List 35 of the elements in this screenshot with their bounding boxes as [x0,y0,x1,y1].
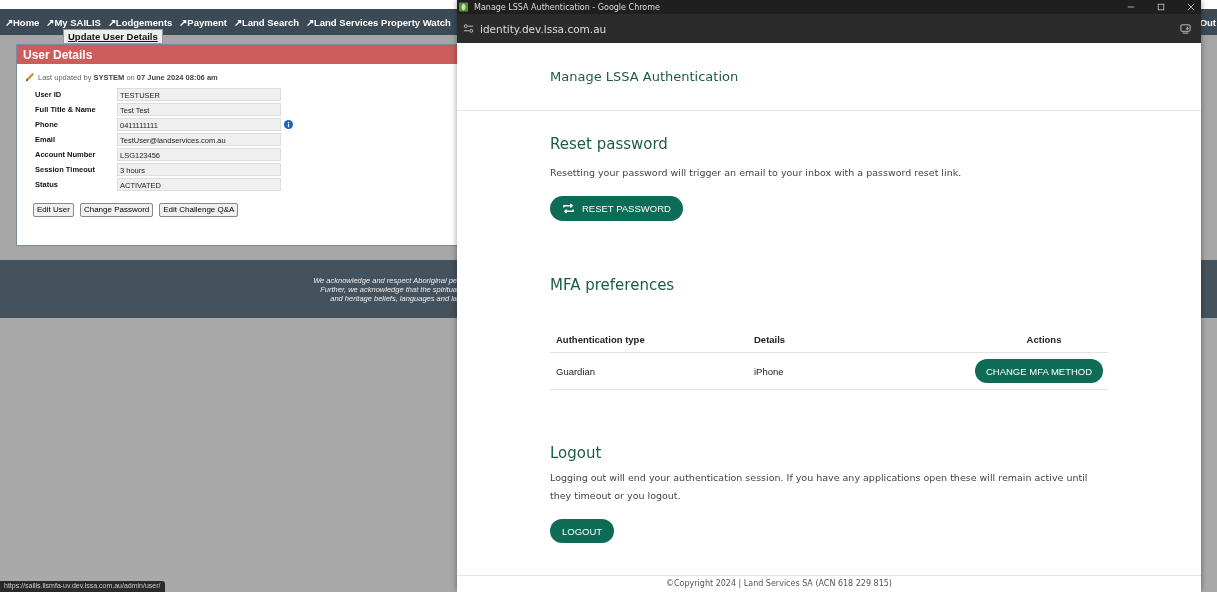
section-title: Reset password [550,135,668,153]
panel-button[interactable]: Edit Challenge Q&A [159,203,239,217]
swap-icon [562,203,575,214]
nav-link[interactable]: ↗Payment [179,16,227,28]
nav-link[interactable]: ↗Lodgements [107,16,173,28]
nav-link[interactable]: ↗Land Services Property Watch [306,16,451,28]
panel-button[interactable]: Change Password [79,203,154,217]
site-settings-icon[interactable] [463,23,474,34]
minimize-icon[interactable] [1127,3,1135,11]
column-header: Details [754,333,787,345]
maximize-icon[interactable] [1157,3,1165,11]
table-cell-text: iPhone [754,365,785,377]
nav-link[interactable]: ↗Home [5,16,40,28]
table-cell-text: Guardian [555,365,597,377]
install-icon[interactable] [1180,23,1191,34]
section-title: Logout [550,444,602,462]
address-text: identity.dev.lssa.com.au [480,22,607,35]
logout-button[interactable]: LOGOUT [550,519,615,543]
page-heading: Manage LSSA Authentication [550,69,739,84]
column-header: Actions [1025,333,1063,345]
section-text: Logging out will end your authentication session. If you have any applications open these will remain active until they timeout or you logout. [550,471,1089,503]
pencil-icon [25,72,35,82]
close-icon[interactable] [1187,3,1195,11]
panel-button[interactable]: Edit User [33,203,74,217]
window-title: Manage LSSA Authentication - Google Chrome [474,2,660,12]
reset-password-button[interactable]: RESET PASSWORD [550,196,683,221]
copyright-text: ©Copyright 2024 | Land Services SA (ACN 618 229 815) [666,579,892,590]
leaf-icon [459,2,468,12]
submenu-item[interactable]: Update User Details [63,29,163,44]
change-mfa-button[interactable]: CHANGE MFA METHOD [974,359,1104,383]
section-text: Resetting your password will trigger an email to your inbox with a password reset link. [550,167,962,178]
nav-link[interactable]: ↗My SAILIS [46,16,101,28]
column-header: Authentication type [555,333,646,345]
nav-link[interactable]: ↗Land Search [233,16,299,28]
section-title: MFA preferences [550,276,675,294]
